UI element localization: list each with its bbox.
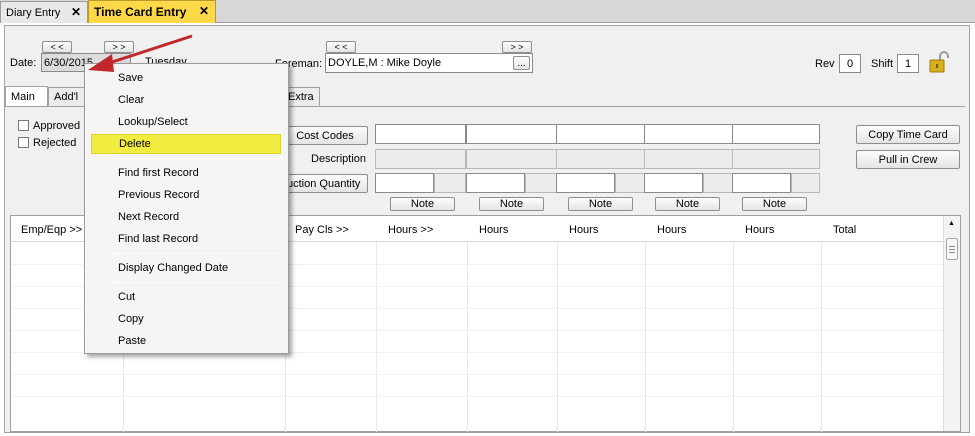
close-icon[interactable]: ✕ bbox=[71, 5, 81, 19]
column-header-hours-4[interactable]: Hours bbox=[657, 224, 686, 236]
menu-item-paste[interactable]: Paste bbox=[91, 331, 281, 351]
column-divider bbox=[467, 242, 468, 432]
column-divider bbox=[557, 242, 558, 432]
note-button-2[interactable]: Note bbox=[479, 197, 544, 211]
menu-item-display-changed-date[interactable]: Display Changed Date bbox=[91, 258, 281, 278]
menu-item-copy[interactable]: Copy bbox=[91, 309, 281, 329]
description-label: Description bbox=[311, 153, 367, 165]
column-header-hours-2[interactable]: Hours bbox=[479, 224, 508, 236]
menu-separator bbox=[113, 158, 283, 159]
production-quantity-button[interactable]: uction Quantity bbox=[282, 174, 368, 193]
next-foreman-button[interactable]: > > bbox=[502, 41, 532, 53]
unit-field-5 bbox=[791, 173, 820, 193]
description-field-3 bbox=[556, 149, 645, 169]
column-divider bbox=[733, 242, 734, 432]
lock-icon[interactable] bbox=[928, 50, 950, 74]
tab-label: Time Card Entry bbox=[94, 5, 187, 19]
copy-time-card-button[interactable]: Copy Time Card bbox=[856, 125, 960, 144]
quantity-field-4[interactable] bbox=[644, 173, 703, 193]
menu-item-find-last-record[interactable]: Find last Record bbox=[91, 229, 281, 249]
rejected-checkbox[interactable] bbox=[18, 137, 29, 148]
tab-label: Diary Entry bbox=[6, 6, 61, 19]
cost-code-field-5[interactable] bbox=[732, 124, 820, 144]
menu-item-clear[interactable]: Clear bbox=[91, 90, 281, 110]
cost-code-field-4[interactable] bbox=[644, 124, 733, 144]
note-button-4[interactable]: Note bbox=[655, 197, 720, 211]
foreman-field[interactable]: DOYLE,M : Mike Doyle bbox=[325, 53, 533, 73]
previous-date-button[interactable]: < < bbox=[42, 41, 72, 53]
approved-checkbox[interactable] bbox=[18, 120, 29, 131]
description-field-4 bbox=[644, 149, 733, 169]
cost-code-field-2[interactable] bbox=[466, 124, 557, 144]
foreman-lookup-button[interactable]: ... bbox=[513, 56, 530, 70]
note-button-3[interactable]: Note bbox=[568, 197, 633, 211]
column-header-total[interactable]: Total bbox=[833, 224, 856, 236]
row-divider bbox=[11, 374, 943, 375]
shift-field[interactable]: 1 bbox=[897, 54, 919, 73]
column-header-hours-5[interactable]: Hours bbox=[745, 224, 774, 236]
tab-addl[interactable]: Add'l bbox=[48, 87, 86, 106]
unit-field-1 bbox=[434, 173, 466, 193]
tab-main[interactable]: Main bbox=[5, 86, 48, 107]
column-header-emp-eqp[interactable]: Emp/Eqp >> bbox=[21, 224, 82, 236]
quantity-field-3[interactable] bbox=[556, 173, 615, 193]
cost-codes-button[interactable]: Cost Codes bbox=[282, 126, 368, 145]
unit-field-2 bbox=[525, 173, 557, 193]
close-icon[interactable]: ✕ bbox=[199, 4, 209, 18]
vertical-scrollbar[interactable]: ▲ bbox=[943, 216, 960, 431]
cost-code-field-1[interactable] bbox=[375, 124, 466, 144]
column-divider bbox=[376, 242, 377, 432]
quantity-field-1[interactable] bbox=[375, 173, 434, 193]
description-field-2 bbox=[466, 149, 557, 169]
shift-label: Shift bbox=[871, 58, 894, 70]
unit-field-3 bbox=[615, 173, 645, 193]
note-button-5[interactable]: Note bbox=[742, 197, 807, 211]
tab-time-card-entry[interactable]: Time Card Entry ✕ bbox=[88, 0, 216, 23]
unit-field-4 bbox=[703, 173, 733, 193]
menu-item-delete[interactable]: Delete bbox=[91, 134, 281, 154]
menu-separator bbox=[113, 282, 283, 283]
column-divider bbox=[821, 242, 822, 432]
description-field-1 bbox=[375, 149, 466, 169]
menu-item-cut[interactable]: Cut bbox=[91, 287, 281, 307]
rev-field[interactable]: 0 bbox=[839, 54, 861, 73]
rev-label: Rev bbox=[815, 58, 835, 70]
approved-label: Approved bbox=[33, 120, 81, 132]
menu-item-find-first-record[interactable]: Find first Record bbox=[91, 163, 281, 183]
annotation-arrow-icon bbox=[88, 34, 193, 72]
date-label: Date: bbox=[10, 57, 37, 69]
scroll-thumb[interactable] bbox=[946, 238, 958, 260]
scroll-up-arrow-icon[interactable]: ▲ bbox=[948, 220, 955, 227]
rejected-label: Rejected bbox=[33, 137, 77, 149]
description-field-5 bbox=[732, 149, 820, 169]
note-button-1[interactable]: Note bbox=[390, 197, 455, 211]
tab-diary-entry[interactable]: Diary Entry ✕ bbox=[0, 1, 88, 23]
previous-foreman-button[interactable]: < < bbox=[326, 41, 356, 53]
menu-separator bbox=[113, 253, 283, 254]
menu-item-previous-record[interactable]: Previous Record bbox=[91, 185, 281, 205]
menu-item-lookup-select[interactable]: Lookup/Select bbox=[91, 112, 281, 132]
column-divider bbox=[645, 242, 646, 432]
row-divider bbox=[11, 396, 943, 397]
column-header-pay-cls[interactable]: Pay Cls >> bbox=[295, 224, 349, 236]
column-header-hours-1[interactable]: Hours >> bbox=[388, 224, 433, 236]
context-menu: Save Clear Lookup/Select Delete Find fir… bbox=[84, 63, 289, 354]
cost-code-field-3[interactable] bbox=[556, 124, 645, 144]
menu-item-next-record[interactable]: Next Record bbox=[91, 207, 281, 227]
quantity-field-2[interactable] bbox=[466, 173, 525, 193]
column-header-hours-3[interactable]: Hours bbox=[569, 224, 598, 236]
pull-in-crew-button[interactable]: Pull in Crew bbox=[856, 150, 960, 169]
quantity-field-5[interactable] bbox=[732, 173, 791, 193]
